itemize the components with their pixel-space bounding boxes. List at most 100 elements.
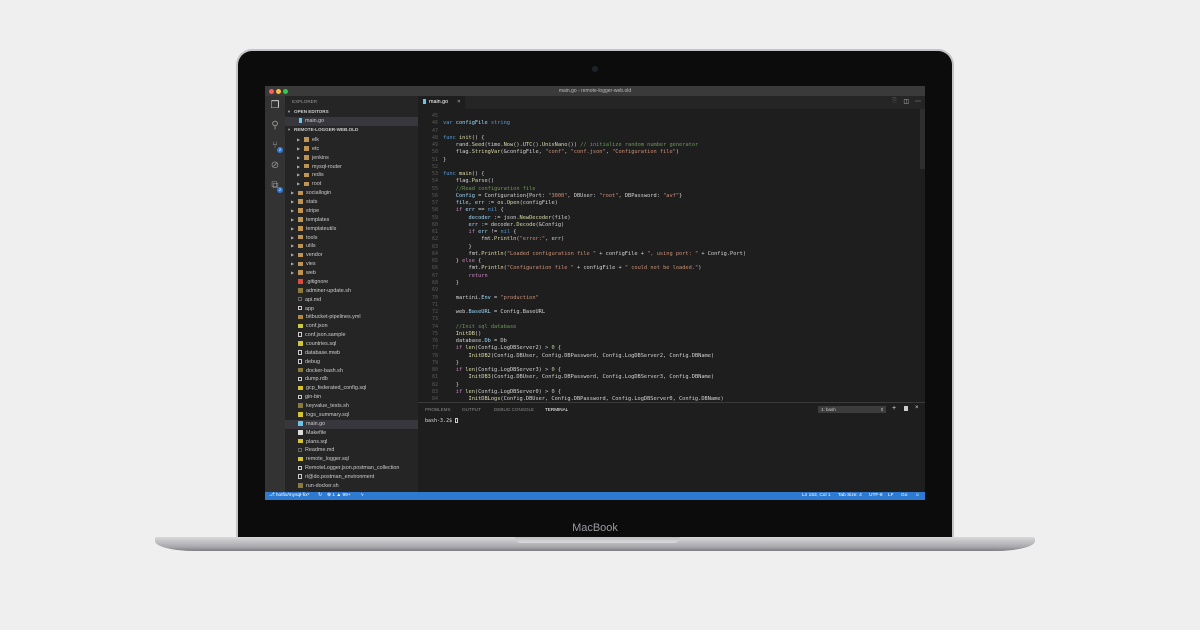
code-token: InitDB [443,330,475,337]
folder-item[interactable]: ▶ templateutils [285,225,418,234]
maximize-window-button[interactable] [283,88,288,94]
file-item[interactable]: bitbucket-pipelines.yml [285,313,418,322]
line-number: 59 [431,214,438,221]
line-number: 74 [431,323,438,330]
folder-item[interactable]: ▶ stripe [285,207,418,216]
debug-icon[interactable]: ⊘ [269,160,281,172]
line-number: 76 [431,338,438,345]
file-item[interactable]: RemoteLogger.json.postman_collection [285,464,418,473]
file-item[interactable]: gin-bin [285,393,418,402]
lightning-icon[interactable]: ϟ [361,492,364,500]
close-panel-icon[interactable]: × [915,405,919,411]
more-actions-icon[interactable]: ⋯ [915,98,921,105]
close-tab-icon[interactable]: × [457,99,460,105]
close-window-button[interactable] [269,88,274,94]
folder-item[interactable]: ▶ etc [285,145,418,154]
branch-indicator[interactable]: ⎇ hotfix/mysql-fix* [269,492,309,500]
editor-scrollbar[interactable] [920,109,925,169]
tab-debug-console[interactable]: DEBUG CONSOLE [494,407,534,412]
file-item[interactable]: remote_logger.sql [285,455,418,464]
line-number: 46 [431,120,438,127]
open-editor-main-go[interactable]: main.go [285,117,418,126]
search-icon[interactable]: ⚲ [269,120,281,132]
tab-output[interactable]: OUTPUT [462,407,481,412]
file-item[interactable]: Makefile [285,429,418,438]
item-label: redis [312,172,324,179]
folder-item[interactable]: ▶ mysql-router [285,163,418,172]
file-item[interactable]: run-docker.sh [285,482,418,491]
feedback-smiley-icon[interactable]: ☺ [915,492,920,500]
code-token: if [443,345,466,352]
file-item[interactable]: plans.sql [285,438,418,447]
folder-item[interactable]: ▶ tools [285,234,418,243]
problems-indicator[interactable]: ⊗ 1 ▲ 99+ [327,492,351,500]
tab-main-go[interactable]: main.go × [418,96,465,109]
tab-size[interactable]: Tab Size: 4 [838,492,862,500]
code-token: Db [484,338,495,345]
new-terminal-icon[interactable]: + [892,405,896,412]
code-token: rand. [443,142,472,149]
folder-item[interactable]: ▶ templates [285,216,418,225]
item-label: database.mwb [305,349,341,356]
code-token: Seed [471,142,485,149]
file-item[interactable]: main.go [285,419,418,429]
extensions-icon[interactable]: ⧉ 2 [269,180,283,193]
file-item[interactable]: debug [285,358,418,367]
file-item[interactable]: conf.json [285,322,418,331]
line-number: 75 [431,330,438,337]
file-item[interactable]: Readme.md [285,446,418,455]
folder-item[interactable]: ▶ stats [285,198,418,207]
folder-icon [298,270,303,275]
file-item[interactable]: logs_summary.sql [285,411,418,420]
folder-item[interactable]: ▶ elk [285,136,418,145]
code-line: fmt.Println("error:", err) [443,236,564,242]
folder-item[interactable]: ▶ jenkins [285,154,418,163]
file-item[interactable]: gcp_federated_config.sql [285,384,418,393]
file-item[interactable]: docker-bash.sh [285,367,418,376]
tab-problems[interactable]: PROBLEMS [425,407,451,412]
file-item[interactable]: adminer-update.sh [285,287,418,296]
file-item[interactable]: conf.json.sample [285,331,418,340]
terminal-output[interactable]: bash-3.2$ [425,418,459,424]
line-number: 49 [431,142,438,149]
git-icon[interactable]: ⑂ 2 [269,140,283,153]
cursor-position[interactable]: Ln 153, Col 1 [802,492,831,500]
line-ending[interactable]: LF [888,492,894,500]
folder-item[interactable]: ▶ root [285,180,418,189]
trash-icon[interactable] [904,406,908,411]
language-mode[interactable]: Go [901,492,907,500]
folder-item[interactable]: ▶ sociallogin [285,189,418,198]
file-item[interactable]: keyvalue_tests.sh [285,402,418,411]
file-item[interactable]: .gitignore [285,278,418,287]
file-item[interactable]: rl@do.postman_environment [285,473,418,482]
project-label: REMOTE-LOGGER-WEB.OLD [294,127,359,132]
project-header[interactable]: ▼ REMOTE-LOGGER-WEB.OLD [285,126,418,135]
code-token: if [443,207,466,214]
file-item[interactable]: app [285,305,418,314]
folder-item[interactable]: ▶ vendor [285,251,418,260]
file-item[interactable]: api.md [285,296,418,305]
item-label: stripe [306,207,320,214]
code-token: () [487,178,495,185]
folder-item[interactable]: ▶ utils [285,242,418,251]
minimize-window-button[interactable] [276,88,281,94]
code-token: (). [513,142,523,149]
tab-label: main.go [429,99,449,105]
encoding[interactable]: UTF-8 [869,492,883,500]
file-item[interactable]: countries.sql [285,340,418,349]
open-changes-icon[interactable]: ⎘ [892,98,897,105]
line-number: 48 [431,134,438,141]
terminal-select[interactable]: 1: bash ⇕ [818,406,886,413]
folder-item[interactable]: ▶ redis [285,171,418,180]
file-item[interactable]: dump.rdb [285,375,418,384]
code-line: martini.Env = "production" [443,295,539,301]
file-item[interactable]: database.mwb [285,349,418,358]
folder-item[interactable]: ▶ vies [285,260,418,269]
tab-terminal[interactable]: TERMINAL [545,407,568,412]
folder-item[interactable]: ▶ web [285,269,418,278]
split-editor-icon[interactable]: ◫ [903,98,909,105]
open-editors-header[interactable]: ▼ OPEN EDITORS [285,108,418,117]
files-icon[interactable]: ❐ [269,100,281,112]
chevron-right-icon: ▶ [297,163,301,169]
sync-icon[interactable]: ↻ [318,492,322,500]
